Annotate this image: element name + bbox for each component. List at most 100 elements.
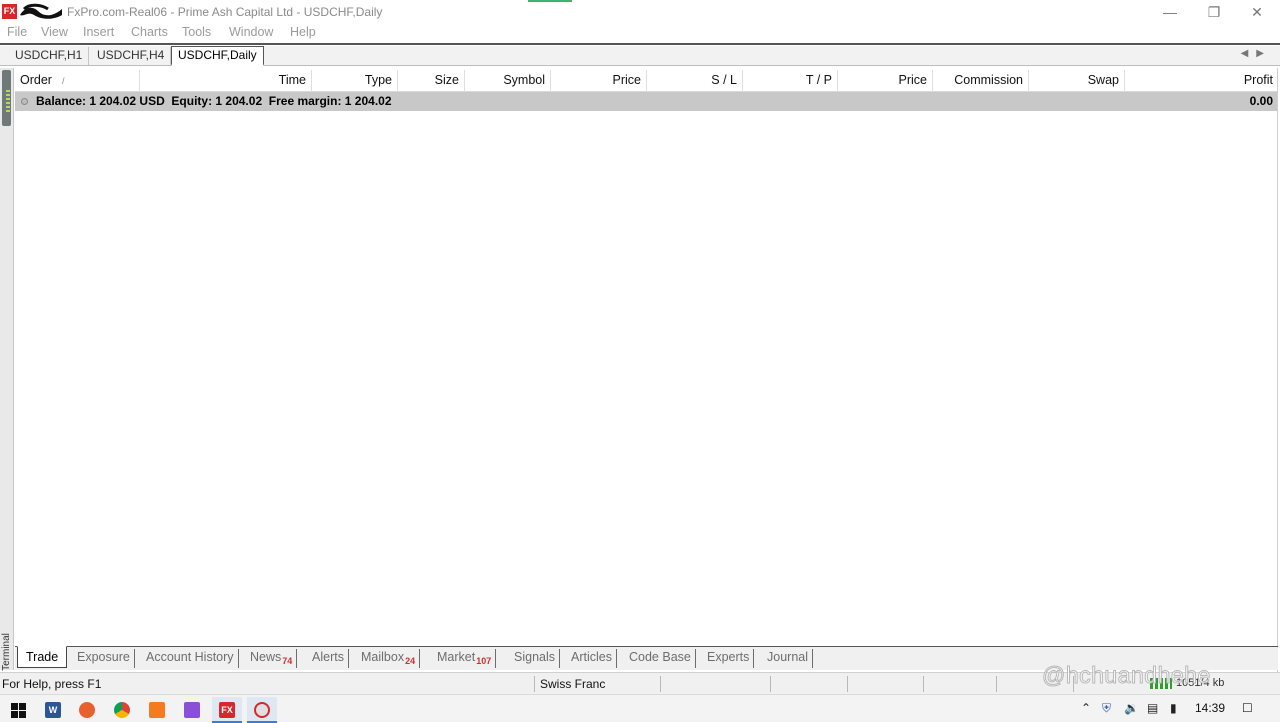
volume-icon[interactable]: 🔉: [1124, 701, 1139, 715]
tab-label: Code Base: [629, 650, 691, 664]
network-icon[interactable]: ▤: [1147, 701, 1158, 715]
column-current-price[interactable]: Price: [838, 70, 933, 92]
windows-start-icon[interactable]: [2, 697, 32, 723]
column-symbol[interactable]: Symbol: [465, 70, 551, 92]
balance-row[interactable]: Balance: 1 204.02 USD Equity: 1 204.02 F…: [15, 92, 1278, 111]
tab-label: Alerts: [312, 650, 344, 664]
status-divider: [770, 676, 771, 692]
active-app-icon[interactable]: [247, 697, 277, 723]
menu-tools[interactable]: Tools: [182, 25, 211, 39]
column-swap[interactable]: Swap: [1029, 70, 1125, 92]
tab-signals[interactable]: Signals: [510, 649, 560, 668]
fxpro-icon[interactable]: FX: [212, 697, 242, 723]
mailbox-count-badge: 24: [405, 656, 416, 666]
tab-scroll-arrows-icon[interactable]: ◀▶: [1241, 48, 1272, 59]
menu-charts[interactable]: Charts: [131, 25, 168, 39]
title-bar: FX FxPro.com-Real06 - Prime Ash Capital …: [0, 0, 1280, 24]
market-count-badge: 107: [476, 656, 492, 666]
firefox-glyph-icon: [79, 702, 95, 718]
tab-label: Exposure: [77, 650, 130, 664]
notifications-icon[interactable]: ☐: [1242, 701, 1253, 715]
panel-right-border: [1277, 68, 1278, 672]
minimize-icon[interactable]: —: [1150, 2, 1190, 22]
news-count-badge: 74: [282, 656, 293, 666]
tab-articles[interactable]: Articles: [567, 649, 617, 668]
tab-label: Market: [437, 650, 476, 664]
battery-icon[interactable]: ▮: [1170, 701, 1177, 715]
status-divider: [660, 676, 661, 692]
grip-icon: [6, 90, 10, 112]
terminal-label: Terminal: [1, 633, 12, 671]
chart-tab-bar: USDCHF,H1 USDCHF,H4 USDCHF,Daily ◀▶: [0, 46, 1280, 66]
status-help-text: For Help, press F1: [2, 677, 102, 691]
app-orange-icon[interactable]: [142, 697, 172, 723]
orange-app-glyph-icon: [149, 702, 165, 718]
close-icon[interactable]: ✕: [1237, 2, 1277, 22]
toolbar-separator: [0, 43, 1280, 45]
column-label: Order: [20, 73, 52, 87]
status-divider: [847, 676, 848, 692]
tab-trade[interactable]: Trade: [17, 646, 68, 668]
tab-journal[interactable]: Journal: [763, 649, 813, 668]
firefox-icon[interactable]: [72, 697, 102, 723]
tab-label: Trade: [26, 650, 59, 664]
restore-icon[interactable]: ❐: [1194, 2, 1234, 22]
tab-label: Experts: [707, 650, 750, 664]
column-time[interactable]: Time: [140, 70, 312, 92]
windows-logo-icon: [11, 703, 27, 719]
tab-account-history[interactable]: Account History: [142, 649, 239, 668]
watermark: @hchuandhehe: [1042, 662, 1211, 689]
column-size[interactable]: Size: [398, 70, 465, 92]
tab-label: Journal: [767, 650, 808, 664]
chart-tab-usdchf-h1[interactable]: USDCHF,H1: [9, 47, 90, 65]
column-order[interactable]: Order /: [15, 70, 140, 92]
chart-tab-usdchf-h4[interactable]: USDCHF,H4: [91, 47, 172, 65]
fxpro-logo-icon[interactable]: FX: [2, 4, 17, 19]
tab-label: Mailbox: [361, 650, 405, 664]
chart-tab-usdchf-daily[interactable]: USDCHF,Daily: [171, 46, 264, 66]
menu-insert[interactable]: Insert: [83, 25, 114, 39]
tab-experts[interactable]: Experts: [703, 649, 755, 668]
balance-summary: Balance: 1 204.02 USD Equity: 1 204.02 F…: [36, 94, 392, 108]
chrome-icon[interactable]: [107, 697, 137, 723]
terminal-drag-handle[interactable]: [2, 70, 11, 126]
menu-file[interactable]: File: [7, 25, 27, 39]
column-price[interactable]: Price: [551, 70, 647, 92]
tab-label: Articles: [571, 650, 612, 664]
table-header: Order / Time Type Size Symbol Price S / L…: [15, 70, 1278, 92]
app-glyph-icon: [254, 702, 270, 718]
column-sl[interactable]: S / L: [647, 70, 743, 92]
status-divider: [996, 676, 997, 692]
menu-help[interactable]: Help: [290, 25, 316, 39]
status-divider: [534, 676, 535, 692]
sort-indicator-icon: /: [61, 76, 65, 86]
tab-exposure[interactable]: Exposure: [73, 649, 135, 668]
tab-market[interactable]: Market107: [433, 649, 497, 668]
tab-label: Account History: [146, 650, 234, 664]
taskbar-clock[interactable]: 14:39: [1195, 701, 1225, 715]
title-accent-line: [528, 0, 572, 2]
column-tp[interactable]: T / P: [743, 70, 838, 92]
tab-mailbox[interactable]: Mailbox24: [357, 649, 421, 668]
menu-view[interactable]: View: [41, 25, 68, 39]
word-icon[interactable]: W: [38, 697, 68, 723]
status-divider: [923, 676, 924, 692]
column-type[interactable]: Type: [312, 70, 398, 92]
tray-expand-icon[interactable]: ⌃: [1081, 701, 1091, 715]
chrome-glyph-icon: [114, 702, 130, 718]
security-shield-icon[interactable]: ⛨: [1102, 701, 1111, 716]
tab-alerts[interactable]: Alerts: [308, 649, 349, 668]
terminal-side-strip: Terminal: [0, 68, 14, 671]
redaction-scribble: [20, 3, 62, 19]
column-commission[interactable]: Commission: [933, 70, 1029, 92]
tab-label: News: [250, 650, 282, 664]
fxpro-glyph-icon: FX: [219, 702, 235, 718]
purple-app-glyph-icon: [184, 702, 200, 718]
column-profit[interactable]: Profit: [1125, 70, 1278, 92]
app-purple-icon[interactable]: [177, 697, 207, 723]
tab-news[interactable]: News74: [246, 649, 298, 668]
menu-window[interactable]: Window: [229, 25, 273, 39]
tab-code-base[interactable]: Code Base: [625, 649, 696, 668]
windows-taskbar: W FX ⌃ ⛨ 🔉 ▤ ▮ 14:39 ☐: [0, 694, 1280, 723]
tab-label: Signals: [514, 650, 555, 664]
